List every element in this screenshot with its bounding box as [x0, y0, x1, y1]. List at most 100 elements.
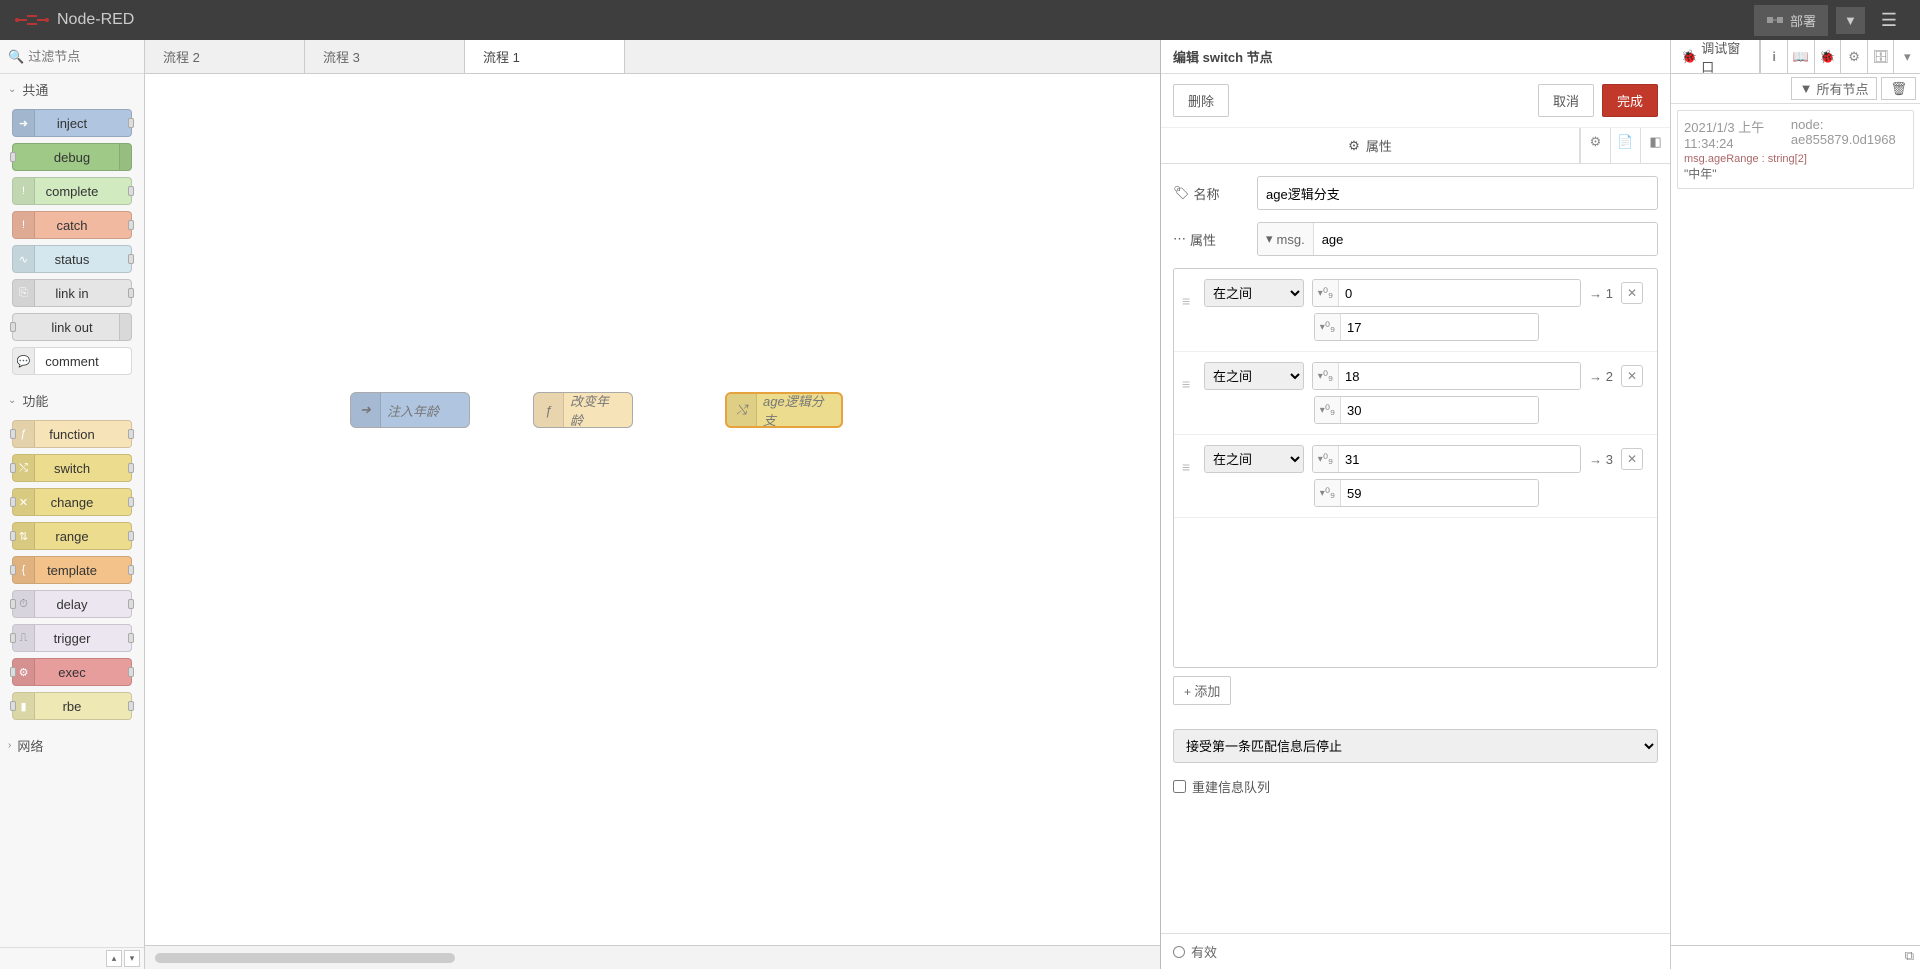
- bug-icon: 🐞: [1681, 49, 1697, 65]
- tab-flow3[interactable]: 流程 3: [305, 40, 465, 73]
- palette-node-change[interactable]: ✕change: [12, 488, 132, 516]
- add-rule-button[interactable]: + 添加: [1173, 676, 1231, 705]
- flow-wires: [145, 74, 445, 224]
- sidebar-tab-context[interactable]: 🗄: [1867, 40, 1894, 73]
- palette-collapse-button[interactable]: ▴: [106, 950, 122, 967]
- gear-icon: ⚙: [1348, 138, 1360, 154]
- palette-node-delay[interactable]: ⏱delay: [12, 590, 132, 618]
- tray-tab-description[interactable]: 📄: [1610, 128, 1640, 163]
- property-input[interactable]: [1314, 223, 1657, 255]
- category-common[interactable]: ⌄ 共通: [0, 74, 144, 105]
- rbe-icon: ▮: [13, 693, 35, 719]
- rule-value2-input[interactable]: [1341, 314, 1538, 340]
- name-input[interactable]: [1257, 176, 1658, 210]
- template-icon: {: [13, 557, 35, 583]
- category-function[interactable]: ⌄ 功能: [0, 385, 144, 416]
- rule-delete-button[interactable]: ✕: [1621, 282, 1643, 304]
- sidebar-tab-debug2[interactable]: 🐞: [1814, 40, 1841, 73]
- rule-delete-button[interactable]: ✕: [1621, 365, 1643, 387]
- value-type-button[interactable]: ▾⁰₉: [1313, 280, 1339, 306]
- palette-node-catch[interactable]: !catch: [12, 211, 132, 239]
- rule-operator-select[interactable]: 在之间: [1204, 279, 1304, 307]
- rule-item: ≡ 在之间 ▾⁰₉ → 3 ✕ ▾⁰₉: [1174, 435, 1657, 518]
- popout-icon[interactable]: ⧉: [1905, 948, 1914, 967]
- palette-node-template[interactable]: {template: [12, 556, 132, 584]
- drag-handle-icon[interactable]: ≡: [1182, 459, 1190, 475]
- debug-message[interactable]: 2021/1/3 上午11:34:24 node: ae855879.0d196…: [1677, 110, 1914, 189]
- palette-expand-button[interactable]: ▾: [124, 950, 140, 967]
- tray-tab-appearance[interactable]: ◧: [1640, 128, 1670, 163]
- drag-handle-icon[interactable]: ≡: [1182, 293, 1190, 309]
- palette-node-comment[interactable]: 💬comment: [12, 347, 132, 375]
- switch-icon: ⤭: [727, 394, 757, 426]
- done-button[interactable]: 完成: [1602, 84, 1658, 117]
- value-type-button[interactable]: ▾⁰₉: [1313, 446, 1339, 472]
- palette-node-rbe[interactable]: ▮rbe: [12, 692, 132, 720]
- sidebar: 🐞 调试窗口 i 📖 🐞 ⚙ 🗄 ▾ ▼ 所有节点 🗑 2021/1/3 上午: [1670, 40, 1920, 969]
- drag-handle-icon[interactable]: ≡: [1182, 376, 1190, 392]
- deploy-button[interactable]: 部署: [1754, 5, 1828, 36]
- rule-item: ≡ 在之间 ▾⁰₉ → 2 ✕ ▾⁰₉: [1174, 352, 1657, 435]
- sidebar-tab-help[interactable]: 📖: [1787, 40, 1814, 73]
- property-type-selector[interactable]: ▾ msg.: [1258, 223, 1314, 255]
- rule-value2-input[interactable]: [1341, 480, 1538, 506]
- palette-node-exec[interactable]: ⚙exec: [12, 658, 132, 686]
- canvas-node-switch[interactable]: ⤭ age逻辑分支: [725, 392, 843, 428]
- deploy-menu-caret[interactable]: ▼: [1836, 7, 1865, 34]
- rules-list: ≡ 在之间 ▾⁰₉ → 1 ✕ ▾⁰₉ ≡ 在之间: [1173, 268, 1658, 668]
- repair-checkbox[interactable]: [1173, 780, 1186, 793]
- comment-icon: 💬: [13, 348, 35, 374]
- canvas[interactable]: ➜ 注入年龄 ƒ 改变年龄 ⤭ age逻辑分支: [145, 74, 1160, 945]
- trash-icon: 🗑: [1890, 81, 1907, 97]
- delete-button[interactable]: 删除: [1173, 84, 1229, 117]
- rule-operator-select[interactable]: 在之间: [1204, 362, 1304, 390]
- palette-node-switch[interactable]: ⤭switch: [12, 454, 132, 482]
- tray-footer: 有效: [1161, 933, 1670, 969]
- sidebar-tab-config[interactable]: ⚙: [1840, 40, 1867, 73]
- rule-item: ≡ 在之间 ▾⁰₉ → 1 ✕ ▾⁰₉: [1174, 269, 1657, 352]
- rule-value1-input[interactable]: [1339, 280, 1580, 306]
- palette-node-status[interactable]: ∿status: [12, 245, 132, 273]
- rule-value1-input[interactable]: [1339, 363, 1580, 389]
- rule-delete-button[interactable]: ✕: [1621, 448, 1643, 470]
- link-icon: [119, 314, 131, 340]
- tray-tab-settings[interactable]: ⚙: [1580, 128, 1610, 163]
- checkall-select[interactable]: 接受第一条匹配信息后停止: [1173, 729, 1658, 763]
- sidebar-tab-debug[interactable]: 🐞 调试窗口: [1671, 40, 1760, 73]
- palette-node-debug[interactable]: debug: [12, 143, 132, 171]
- category-network[interactable]: › 网络: [0, 730, 144, 761]
- enabled-toggle[interactable]: [1173, 946, 1185, 958]
- debug-clear-button[interactable]: 🗑: [1881, 77, 1916, 100]
- main-menu-button[interactable]: ☰: [1873, 6, 1905, 35]
- sidebar-tab-menu[interactable]: ▾: [1893, 40, 1920, 73]
- rule-value2-input[interactable]: [1341, 397, 1538, 423]
- palette-node-inject[interactable]: ➜inject: [12, 109, 132, 137]
- palette-node-complete[interactable]: !complete: [12, 177, 132, 205]
- rule-value1-input[interactable]: [1339, 446, 1580, 472]
- palette-node-function[interactable]: ƒfunction: [12, 420, 132, 448]
- canvas-node-function[interactable]: ƒ 改变年龄: [533, 392, 633, 428]
- palette-node-linkout[interactable]: link out: [12, 313, 132, 341]
- horizontal-scrollbar[interactable]: [155, 953, 455, 963]
- palette-node-trigger[interactable]: ⎍trigger: [12, 624, 132, 652]
- pulse-icon: ∿: [13, 246, 35, 272]
- palette-search-input[interactable]: [28, 49, 136, 64]
- tab-flow2[interactable]: 流程 2: [145, 40, 305, 73]
- link-icon: ⎘: [13, 280, 35, 306]
- cancel-button[interactable]: 取消: [1538, 84, 1594, 117]
- debug-msg-topic: msg.ageRange : string[2]: [1684, 153, 1907, 165]
- rule-operator-select[interactable]: 在之间: [1204, 445, 1304, 473]
- sidebar-tab-info[interactable]: i: [1760, 40, 1787, 73]
- canvas-node-inject[interactable]: ➜ 注入年龄: [350, 392, 470, 428]
- change-icon: ✕: [13, 489, 35, 515]
- value-type-button[interactable]: ▾⁰₉: [1315, 314, 1341, 340]
- tab-flow1[interactable]: 流程 1: [465, 40, 625, 73]
- value-type-button[interactable]: ▾⁰₉: [1313, 363, 1339, 389]
- value-type-button[interactable]: ▾⁰₉: [1315, 480, 1341, 506]
- palette-node-linkin[interactable]: ⎘link in: [12, 279, 132, 307]
- filter-icon: ▼: [1800, 81, 1813, 96]
- tray-tab-properties[interactable]: ⚙ 属性: [1161, 128, 1580, 163]
- value-type-button[interactable]: ▾⁰₉: [1315, 397, 1341, 423]
- palette-node-range[interactable]: ⇅range: [12, 522, 132, 550]
- debug-filter-button[interactable]: ▼ 所有节点: [1791, 77, 1878, 100]
